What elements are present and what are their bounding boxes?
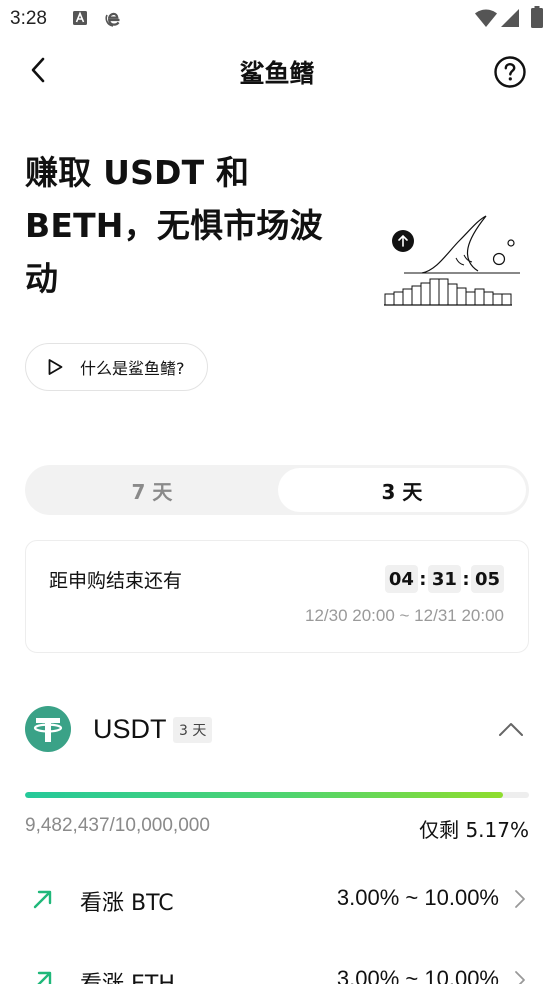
what-is-shark-fin-button[interactable]: 什么是鲨鱼鳍? xyxy=(25,343,208,391)
arrow-up-right-icon xyxy=(33,890,52,909)
nav-bar: 鲨鱼鳍 xyxy=(0,44,554,98)
countdown-timer: 04 : 31 : 05 xyxy=(384,565,504,593)
play-outline-icon xyxy=(48,359,63,375)
subscription-period: 12/30 20:00 ~ 12/31 20:00 xyxy=(305,606,504,625)
product-header: USDT 3 天 xyxy=(25,706,529,754)
battery-icon xyxy=(531,6,543,28)
chevron-right-icon xyxy=(515,890,525,908)
hero-title: 赚取 USDT 和 BETH，无惧市场波 动 xyxy=(25,146,365,305)
countdown-label: 距申购结束还有 xyxy=(49,570,183,592)
countdown-card: 距申购结束还有 04 : 31 : 05 12/30 20:00 ~ 12/31… xyxy=(25,540,529,653)
hero-title-line: BETH，无惧市场波 xyxy=(25,206,323,245)
hero-title-line: 赚取 USDT 和 xyxy=(25,153,250,192)
hero-title-line: 动 xyxy=(25,259,59,298)
duration-badge: 3 天 xyxy=(173,717,213,743)
tether-usdt-icon xyxy=(25,706,71,752)
subscribed-amount: 9,482,437/10,000,000 xyxy=(25,815,210,836)
chevron-up-icon[interactable] xyxy=(497,716,525,744)
status-time: 3:28 xyxy=(10,8,47,29)
countdown-hours: 04 xyxy=(384,565,418,593)
tab-3-days[interactable]: 3 天 xyxy=(278,468,526,512)
status-bar: 3:28 xyxy=(0,0,554,38)
product-name: USDT xyxy=(93,714,167,744)
chevron-right-icon xyxy=(515,971,525,984)
rate-row-btc[interactable]: 看涨 BTC 3.00% ~ 10.00% xyxy=(25,879,529,919)
wifi-icon xyxy=(475,9,497,27)
tab-7-days[interactable]: 7 天 xyxy=(28,468,276,512)
subscription-progress-fill xyxy=(25,792,503,798)
question-circle-icon[interactable] xyxy=(493,55,527,89)
subscription-progress-bar xyxy=(25,792,529,798)
remaining-quota: 仅剩 5.17% xyxy=(419,818,529,842)
shark-fin-chart-icon xyxy=(384,215,520,306)
arrow-up-right-icon xyxy=(37,971,52,984)
countdown-separator: : xyxy=(419,568,427,590)
signal-icon xyxy=(501,9,519,27)
countdown-seconds: 05 xyxy=(470,565,504,593)
countdown-minutes: 31 xyxy=(427,565,461,593)
font-a-icon xyxy=(73,11,87,25)
rate-row-value: 3.00% ~ 10.00% xyxy=(336,966,499,984)
what-is-shark-fin-label: 什么是鲨鱼鳍? xyxy=(80,359,185,378)
rate-row-eth[interactable]: 看涨 ETH 3.00% ~ 10.00% xyxy=(25,960,529,984)
rate-row-value: 3.00% ~ 10.00% xyxy=(336,885,499,910)
rate-row-label: 看涨 ETH xyxy=(80,966,175,984)
countdown-separator: : xyxy=(462,568,470,590)
page-title: 鲨鱼鳍 xyxy=(239,59,315,88)
rate-row-label: 看涨 BTC xyxy=(80,891,174,916)
period-tabs: 7 天 3 天 xyxy=(25,465,529,515)
browser-e-icon xyxy=(105,12,120,27)
